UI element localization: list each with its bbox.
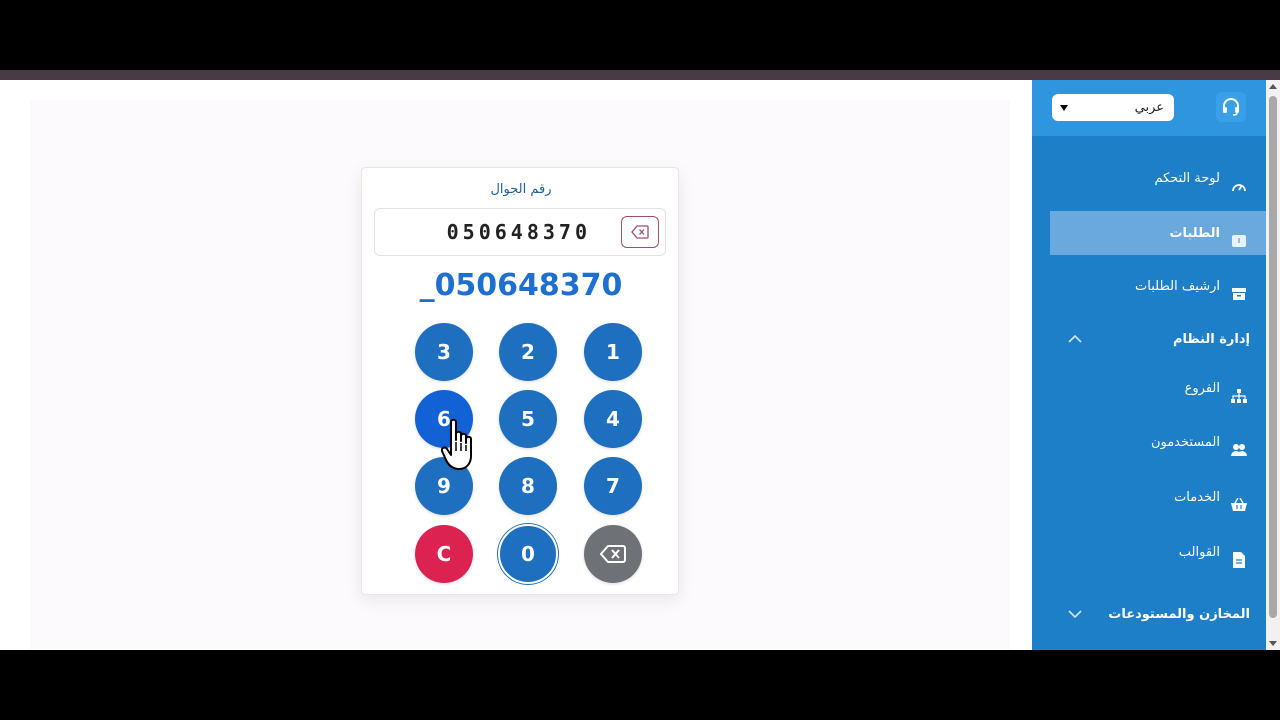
support-button[interactable] bbox=[1216, 92, 1246, 122]
bottom-black-bar bbox=[0, 650, 1280, 720]
key-3[interactable]: 3 bbox=[415, 323, 473, 381]
users-icon bbox=[1230, 441, 1248, 459]
phone-input-value: 050648370 bbox=[446, 220, 591, 244]
hand-pointer-icon bbox=[441, 418, 472, 470]
sidebar-item-label: الطلبات bbox=[1169, 225, 1220, 241]
sidebar-item-users[interactable]: المستخدمون bbox=[1050, 420, 1266, 464]
sitemap-icon bbox=[1230, 387, 1248, 405]
sidebar-item-label: الخدمات bbox=[1174, 489, 1220, 505]
language-select[interactable]: عربي bbox=[1052, 94, 1174, 121]
key-5[interactable]: 5 bbox=[499, 390, 557, 448]
section-title: المخازن والمستودعات bbox=[1108, 606, 1250, 622]
chevron-down-icon bbox=[1060, 104, 1068, 111]
archive-icon bbox=[1230, 285, 1248, 303]
key-1[interactable]: 1 bbox=[584, 323, 642, 381]
document-icon bbox=[1230, 551, 1248, 569]
sidebar-item-label: القوالب bbox=[1178, 544, 1220, 560]
sidebar-scrollbar[interactable] bbox=[1266, 80, 1280, 650]
clear-key[interactable]: C bbox=[415, 525, 473, 583]
gauge-icon bbox=[1230, 177, 1248, 195]
phone-input-field[interactable]: 050648370 bbox=[374, 208, 666, 256]
scroll-down-arrow[interactable] bbox=[1269, 641, 1277, 646]
entered-number-display: _050648370 bbox=[419, 268, 623, 303]
sidebar-item-branches[interactable]: الفروع bbox=[1050, 366, 1266, 410]
sidebar: عربي لوحة التحكم الطلبات ارشيف الطلبات إ… bbox=[1032, 80, 1266, 650]
section-title: إدارة النظام bbox=[1173, 331, 1250, 347]
chevron-down-icon bbox=[1068, 606, 1082, 622]
backspace-icon bbox=[631, 225, 649, 239]
sidebar-item-services[interactable]: الخدمات bbox=[1050, 475, 1266, 519]
window-top-strip bbox=[0, 70, 1280, 80]
scroll-up-arrow[interactable] bbox=[1269, 84, 1277, 89]
top-black-bar bbox=[0, 0, 1280, 70]
phone-label: رقم الجوال bbox=[490, 182, 552, 197]
clear-field-button[interactable] bbox=[621, 216, 659, 248]
sidebar-item-templates[interactable]: القوالب bbox=[1050, 530, 1266, 574]
sidebar-item-label: لوحة التحكم bbox=[1154, 170, 1220, 186]
scroll-thumb[interactable] bbox=[1269, 96, 1277, 618]
warehouses-section[interactable]: المخازن والمستودعات bbox=[1050, 599, 1266, 629]
sidebar-item-label: المستخدمون bbox=[1150, 434, 1220, 450]
backspace-icon bbox=[600, 545, 626, 563]
sidebar-nav: لوحة التحكم الطلبات ارشيف الطلبات إدارة … bbox=[1046, 136, 1266, 650]
sidebar-item-orders-archive[interactable]: ارشيف الطلبات bbox=[1050, 264, 1266, 308]
headset-icon bbox=[1223, 98, 1239, 116]
basket-icon bbox=[1230, 496, 1248, 514]
language-value: عربي bbox=[1134, 100, 1164, 115]
order-icon bbox=[1230, 232, 1248, 250]
key-8[interactable]: 8 bbox=[499, 457, 557, 515]
chevron-up-icon bbox=[1068, 331, 1082, 347]
backspace-key[interactable] bbox=[584, 525, 642, 583]
key-7[interactable]: 7 bbox=[584, 457, 642, 515]
sidebar-item-label: ارشيف الطلبات bbox=[1135, 278, 1220, 294]
key-0[interactable]: 0 bbox=[498, 524, 558, 584]
sidebar-header: عربي bbox=[1032, 80, 1266, 136]
sidebar-item-dashboard[interactable]: لوحة التحكم bbox=[1050, 156, 1266, 200]
sidebar-item-orders[interactable]: الطلبات bbox=[1050, 211, 1266, 255]
system-management-section[interactable]: إدارة النظام bbox=[1050, 324, 1266, 354]
key-4[interactable]: 4 bbox=[584, 390, 642, 448]
key-2[interactable]: 2 bbox=[499, 323, 557, 381]
sidebar-item-label: الفروع bbox=[1184, 380, 1220, 396]
